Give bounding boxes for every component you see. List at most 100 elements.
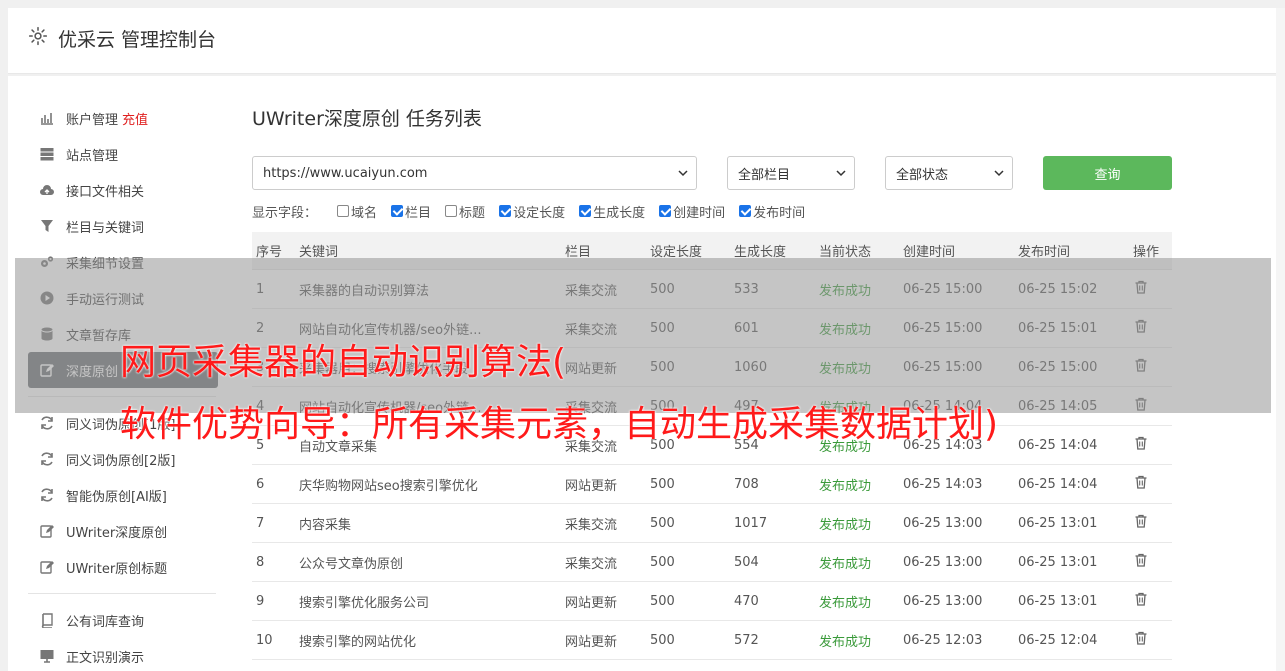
table-cell: 内容采集 — [299, 517, 352, 533]
status-badge: 发布成功 — [819, 517, 872, 533]
chevron-down-icon — [678, 170, 688, 177]
edit-icon — [38, 558, 56, 576]
scrollbar[interactable] — [1276, 8, 1285, 671]
delete-button[interactable] — [1133, 591, 1172, 611]
field-checkbox-label: 设定长度 — [513, 205, 566, 221]
table-cell: 06-25 13:00 — [903, 554, 983, 570]
sidebar-item-12[interactable]: UWriter深度原创 — [28, 513, 218, 549]
site-select-value: https://www.ucaiyun.com — [263, 165, 428, 181]
refresh-icon — [38, 414, 56, 432]
checkbox-checked[interactable] — [391, 205, 404, 217]
table-cell: 公众号文章伪原创 — [299, 556, 404, 572]
sidebar-item-label: UWriter深度原创 — [66, 525, 168, 541]
table-cell: 06-25 14:04 — [1018, 437, 1098, 453]
column-select[interactable]: 全部栏目 — [727, 156, 855, 190]
checkbox-checked[interactable] — [659, 205, 672, 217]
table-cell: 06-25 13:01 — [1018, 593, 1098, 609]
refresh-icon — [38, 486, 56, 504]
checkbox-unchecked[interactable] — [445, 205, 458, 217]
trash-icon — [1135, 436, 1147, 450]
table-cell: 500 — [650, 554, 675, 570]
field-checkbox-label: 创建时间 — [673, 205, 726, 221]
table-cell: 7 — [256, 515, 265, 531]
trash-icon — [1135, 514, 1147, 528]
app-title: 优采云 管理控制台 — [58, 29, 217, 51]
delete-button[interactable] — [1133, 513, 1172, 533]
table-cell: 06-25 12:04 — [1018, 632, 1098, 648]
field-checkbox-label: 栏目 — [405, 205, 432, 221]
table-cell: 8 — [256, 554, 265, 570]
field-checkbox-7[interactable]: 发布时间 — [739, 202, 805, 221]
sidebar-item-15[interactable]: 正文识别演示 — [28, 638, 218, 671]
status-select[interactable]: 全部状态 — [885, 156, 1013, 190]
chevron-down-icon — [994, 170, 1004, 177]
table-cell: 500 — [650, 593, 675, 609]
table-cell: 500 — [650, 515, 675, 531]
delete-button[interactable] — [1133, 552, 1172, 572]
sidebar-item-label: 栏目与关键词 — [66, 220, 145, 236]
status-badge: 发布成功 — [819, 634, 872, 650]
sidebar-item-2[interactable]: 站点管理 — [28, 136, 218, 172]
field-checkbox-4[interactable]: 设定长度 — [499, 202, 565, 221]
sidebar-item-label: 公有词库查询 — [66, 614, 145, 630]
monitor-icon — [38, 647, 56, 665]
field-checkbox-1[interactable]: 域名 — [337, 202, 377, 221]
table-cell: 708 — [734, 476, 759, 492]
display-fields-label: 显示字段： — [252, 205, 318, 221]
field-checkbox-6[interactable]: 创建时间 — [659, 202, 725, 221]
trash-icon — [1135, 592, 1147, 606]
status-badge: 发布成功 — [819, 595, 872, 611]
main-content: UWriter深度原创 任务列表 https://www.ucaiyun.com… — [252, 104, 1172, 660]
trash-icon — [1135, 631, 1147, 645]
sidebar-item-1[interactable]: 账户管理 充值 — [28, 100, 218, 136]
table-cell: 采集交流 — [565, 556, 618, 572]
checkbox-unchecked[interactable] — [337, 205, 350, 217]
page-title: UWriter深度原创 任务列表 — [252, 108, 482, 130]
field-checkbox-3[interactable]: 标题 — [445, 202, 485, 221]
checkbox-checked[interactable] — [499, 205, 512, 217]
table-cell: 06-25 13:00 — [903, 515, 983, 531]
table-row: 6 庆华购物网站seo搜索引擎优化 网站更新 500 708 发布成功 06-25 14:0… — [252, 465, 1172, 504]
server-icon — [38, 145, 56, 163]
sidebar-item-label: 正文识别演示 — [66, 650, 145, 666]
sidebar-item-14[interactable]: 公有词库查询 — [28, 602, 218, 638]
table-cell: 500 — [650, 476, 675, 492]
column-select-value: 全部栏目 — [738, 167, 791, 183]
sidebar-item-label: 智能伪原创[AI版] — [66, 489, 167, 505]
delete-button[interactable] — [1133, 435, 1172, 455]
sidebar-item-4[interactable]: 栏目与关键词 — [28, 208, 218, 244]
recharge-link[interactable]: 充值 — [122, 109, 148, 128]
status-badge: 发布成功 — [819, 478, 872, 494]
status-badge: 发布成功 — [819, 556, 872, 572]
sidebar-item-11[interactable]: 智能伪原创[AI版] — [28, 477, 218, 513]
table-cell: 470 — [734, 593, 759, 609]
overlay-headline-1: 网页采集器的自动识别算法( — [120, 342, 567, 383]
query-button[interactable]: 查询 — [1043, 156, 1172, 190]
field-checkbox-2[interactable]: 栏目 — [391, 202, 431, 221]
table-cell: 06-25 12:03 — [903, 632, 983, 648]
delete-button[interactable] — [1133, 630, 1172, 650]
overlay-headline-2: 软件优势向导：所有采集元素，自动生成采集数据计划) — [120, 404, 999, 445]
chevron-down-icon — [836, 170, 846, 177]
sidebar-item-10[interactable]: 同义词伪原创[2版] — [28, 441, 218, 477]
site-select[interactable]: https://www.ucaiyun.com — [252, 156, 697, 190]
table-cell: 网站更新 — [565, 478, 618, 494]
sidebar-item-label: 账户管理 — [66, 112, 119, 128]
delete-button[interactable] — [1133, 474, 1172, 494]
sidebar-item-label: 站点管理 — [66, 148, 119, 164]
table-cell: 06-25 14:04 — [1018, 476, 1098, 492]
edit-icon — [38, 522, 56, 540]
sidebar-item-label: 同义词伪原创[2版] — [66, 453, 176, 469]
checkbox-checked[interactable] — [739, 205, 752, 217]
field-checkbox-label: 生成长度 — [593, 205, 646, 221]
table-cell: 06-25 13:01 — [1018, 554, 1098, 570]
table-cell: 572 — [734, 632, 759, 648]
checkbox-checked[interactable] — [579, 205, 592, 217]
field-checkbox-5[interactable]: 生成长度 — [579, 202, 645, 221]
table-cell: 500 — [650, 632, 675, 648]
table-cell: 504 — [734, 554, 759, 570]
bar-chart-icon — [38, 109, 56, 127]
refresh-icon — [38, 450, 56, 468]
sidebar-item-13[interactable]: UWriter原创标题 — [28, 549, 218, 585]
sidebar-item-3[interactable]: 接口文件相关 — [28, 172, 218, 208]
